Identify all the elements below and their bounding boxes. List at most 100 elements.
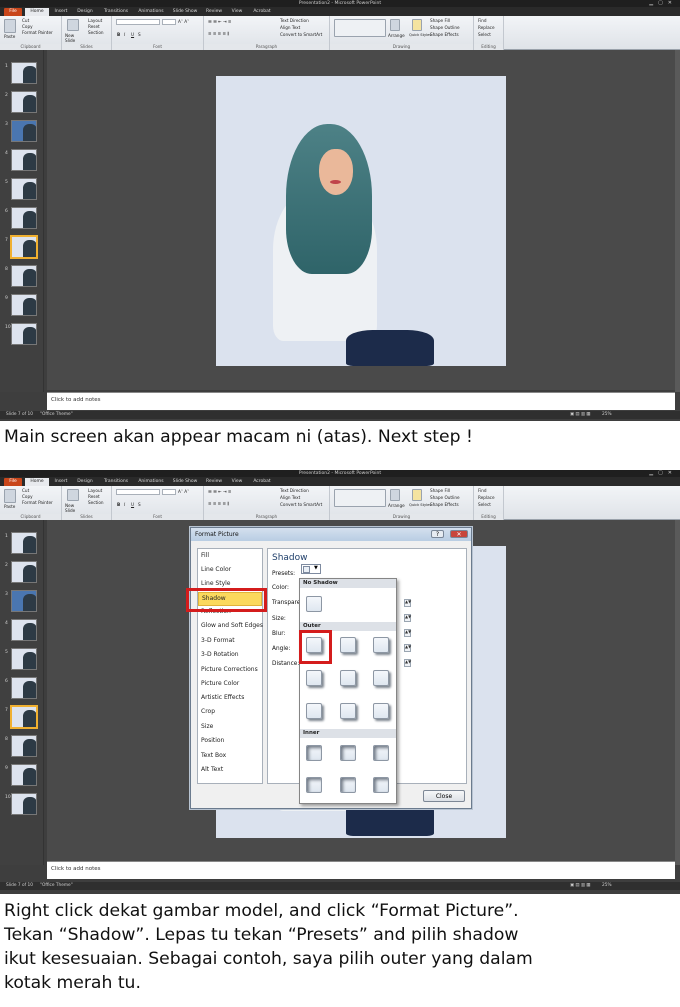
preset-outer-offset-top[interactable] xyxy=(340,703,356,719)
vertical-scrollbar[interactable] xyxy=(675,50,680,392)
new-slide-button[interactable]: New Slide xyxy=(65,33,83,43)
paste-button[interactable]: Paste xyxy=(4,504,15,509)
new-slide-icon[interactable] xyxy=(67,19,79,31)
tab-insert[interactable]: Insert xyxy=(52,478,70,486)
vertical-scrollbar[interactable] xyxy=(675,520,680,865)
slide-thumbnail[interactable] xyxy=(11,619,37,641)
slide-thumbnails[interactable]: 1 2 3 4 5 6 7 8 9 10 xyxy=(0,50,44,392)
format-painter-button[interactable]: Format Painter xyxy=(22,500,53,505)
category-picture-corrections[interactable]: Picture Corrections xyxy=(201,666,258,673)
shape-outline-button[interactable]: Shape Outline xyxy=(430,495,460,500)
font-size-box[interactable] xyxy=(162,489,176,495)
quick-styles-icon[interactable] xyxy=(412,489,422,501)
preset-outer-offset-diagonal-bottom-left[interactable] xyxy=(373,637,389,653)
dialog-close-icon[interactable]: ✕ xyxy=(450,530,468,538)
category-glow-soft-edges[interactable]: Glow and Soft Edges xyxy=(201,622,263,629)
tab-slide-show[interactable]: Slide Show xyxy=(170,478,200,486)
close-button[interactable]: Close xyxy=(423,790,465,802)
paste-button[interactable]: Paste xyxy=(4,34,15,39)
section-button[interactable]: Section xyxy=(88,500,104,505)
tab-transitions[interactable]: Transitions xyxy=(100,478,132,486)
preset-outer-offset-diagonal-top-left[interactable] xyxy=(373,703,389,719)
distance-spinner[interactable]: ▲▼ xyxy=(404,659,411,667)
new-slide-icon[interactable] xyxy=(67,489,79,501)
align-icons[interactable]: ≡ ≡ ≡ ≡ ⫼ xyxy=(208,501,229,506)
replace-button[interactable]: Replace xyxy=(478,495,495,500)
arrange-button[interactable]: Arrange xyxy=(388,33,405,38)
slide-thumbnail[interactable] xyxy=(11,178,37,200)
font-name-box[interactable] xyxy=(116,489,160,495)
slide-thumbnail[interactable] xyxy=(11,62,37,84)
bold-button[interactable]: B xyxy=(117,32,120,37)
format-painter-button[interactable]: Format Painter xyxy=(22,30,53,35)
slide-thumbnail[interactable] xyxy=(11,735,37,757)
shape-fill-button[interactable]: Shape Fill xyxy=(430,488,450,493)
reset-button[interactable]: Reset xyxy=(88,24,100,29)
slide-thumbnail[interactable] xyxy=(11,590,37,612)
arrange-icon[interactable] xyxy=(390,489,400,501)
angle-spinner[interactable]: ▲▼ xyxy=(404,644,411,652)
shape-fill-button[interactable]: Shape Fill xyxy=(430,18,450,23)
tab-view[interactable]: View xyxy=(228,8,246,16)
strikethrough-button[interactable]: S xyxy=(138,32,141,37)
transparency-spinner[interactable]: ▲▼ xyxy=(404,599,411,607)
italic-button[interactable]: I xyxy=(124,502,125,507)
category-3d-format[interactable]: 3-D Format xyxy=(201,637,235,644)
tab-slide-show[interactable]: Slide Show xyxy=(170,8,200,16)
view-buttons[interactable]: ▣ ▤ ▥ ▦ xyxy=(570,882,590,890)
text-direction-button[interactable]: Text Direction xyxy=(280,488,309,493)
underline-button[interactable]: U xyxy=(131,502,134,507)
replace-button[interactable]: Replace xyxy=(478,25,495,30)
slide-thumbnail[interactable] xyxy=(11,265,37,287)
tab-file[interactable]: File xyxy=(4,8,22,16)
grow-shrink-font-icon[interactable]: A˄ A˅ xyxy=(178,489,189,494)
slide[interactable] xyxy=(216,76,506,366)
align-text-button[interactable]: Align Text xyxy=(280,25,300,30)
preset-inner-left[interactable] xyxy=(306,777,322,793)
font-name-box[interactable] xyxy=(116,19,160,25)
slide-thumbnail[interactable] xyxy=(11,648,37,670)
zoom-level[interactable]: 25% xyxy=(602,411,612,419)
copy-button[interactable]: Copy xyxy=(22,494,33,499)
align-text-button[interactable]: Align Text xyxy=(280,495,300,500)
shapes-gallery[interactable] xyxy=(334,489,386,507)
slide-thumbnail[interactable] xyxy=(11,294,37,316)
underline-button[interactable]: U xyxy=(131,32,134,37)
preset-outer-offset-left[interactable] xyxy=(373,670,389,686)
help-button[interactable]: ? xyxy=(431,530,444,538)
slide-thumbnail[interactable] xyxy=(11,207,37,229)
select-button[interactable]: Select xyxy=(478,502,491,507)
quick-styles-icon[interactable] xyxy=(412,19,422,31)
category-position[interactable]: Position xyxy=(201,737,224,744)
bullets-icon[interactable]: ☰ ☰ ⇤ ⇥ ≡ xyxy=(208,489,231,494)
grow-shrink-font-icon[interactable]: A˄ A˅ xyxy=(178,19,189,24)
slide-thumbnail[interactable] xyxy=(11,561,37,583)
reset-button[interactable]: Reset xyxy=(88,494,100,499)
paste-icon[interactable] xyxy=(4,489,16,503)
convert-smartart-button[interactable]: Convert to SmartArt xyxy=(280,502,322,507)
tab-file[interactable]: File xyxy=(4,478,22,486)
bullets-icon[interactable]: ☰ ☰ ⇤ ⇥ ≡ xyxy=(208,19,231,24)
strikethrough-button[interactable]: S xyxy=(138,502,141,507)
notes-pane[interactable]: Click to add notes xyxy=(47,392,675,410)
layout-button[interactable]: Layout xyxy=(88,18,102,23)
shape-effects-button[interactable]: Shape Effects xyxy=(430,502,459,507)
slide-thumbnail[interactable] xyxy=(11,323,37,345)
preset-outer-offset-right[interactable] xyxy=(306,670,322,686)
category-3d-rotation[interactable]: 3-D Rotation xyxy=(201,651,239,658)
category-line-style[interactable]: Line Style xyxy=(201,580,230,587)
section-button[interactable]: Section xyxy=(88,30,104,35)
tab-transitions[interactable]: Transitions xyxy=(100,8,132,16)
find-button[interactable]: Find xyxy=(478,18,487,23)
shapes-gallery[interactable] xyxy=(334,19,386,37)
text-direction-button[interactable]: Text Direction xyxy=(280,18,309,23)
tab-review[interactable]: Review xyxy=(203,8,225,16)
tab-review[interactable]: Review xyxy=(203,478,225,486)
category-artistic-effects[interactable]: Artistic Effects xyxy=(201,694,244,701)
tab-view[interactable]: View xyxy=(228,478,246,486)
arrange-icon[interactable] xyxy=(390,19,400,31)
shape-outline-button[interactable]: Shape Outline xyxy=(430,25,460,30)
arrange-button[interactable]: Arrange xyxy=(388,503,405,508)
cut-button[interactable]: Cut xyxy=(22,488,29,493)
shape-effects-button[interactable]: Shape Effects xyxy=(430,32,459,37)
